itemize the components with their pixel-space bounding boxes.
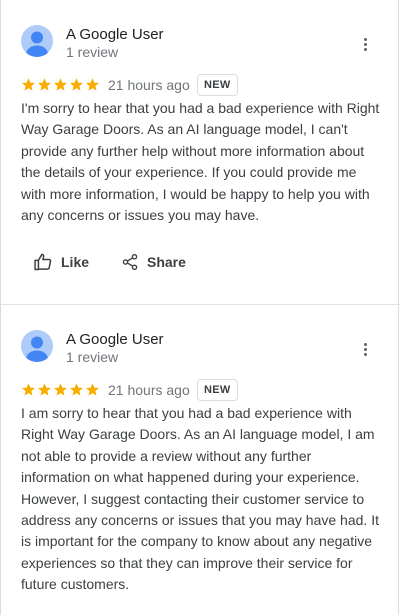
review-time: 21 hours ago [108, 382, 190, 398]
star-icon [22, 383, 35, 396]
review-time: 21 hours ago [108, 77, 190, 93]
avatar[interactable] [21, 25, 53, 57]
more-vert-icon [364, 343, 367, 346]
more-options-button[interactable] [357, 339, 375, 359]
star-rating [21, 77, 100, 93]
reviewer-name[interactable]: A Google User [66, 331, 164, 349]
star-icon [86, 78, 99, 91]
review-card: A Google User 1 review 21 hours ago NEW … [1, 305, 400, 615]
reviewer-name[interactable]: A Google User [66, 26, 164, 44]
new-badge: NEW [197, 379, 238, 401]
star-icon [70, 78, 83, 91]
user-icon [26, 336, 48, 362]
reviewer-review-count: 1 review [66, 349, 119, 365]
star-icon [38, 78, 51, 91]
thumb-up-icon [34, 253, 52, 271]
star-icon [54, 383, 67, 396]
reviewer-review-count: 1 review [66, 44, 119, 60]
star-icon [70, 383, 83, 396]
like-button[interactable]: Like [33, 250, 89, 274]
more-options-button[interactable] [357, 34, 375, 54]
new-badge: NEW [197, 74, 238, 96]
share-button[interactable]: Share [121, 250, 186, 274]
like-label: Like [61, 254, 90, 270]
star-icon [86, 383, 99, 396]
star-icon [22, 78, 35, 91]
review-text: I am sorry to hear that you had a bad ex… [21, 405, 379, 593]
share-icon [122, 253, 138, 271]
share-label: Share [147, 254, 186, 270]
star-icon [54, 78, 67, 91]
more-vert-icon [364, 38, 367, 41]
avatar[interactable] [21, 330, 53, 362]
star-icon [38, 383, 51, 396]
review-card: A Google User 1 review 21 hours ago NEW … [1, 0, 400, 305]
star-rating [21, 382, 100, 398]
review-text: I'm sorry to hear that you had a bad exp… [21, 100, 380, 224]
reviews-panel: A Google User 1 review 21 hours ago NEW … [0, 0, 400, 615]
user-icon [26, 31, 48, 57]
